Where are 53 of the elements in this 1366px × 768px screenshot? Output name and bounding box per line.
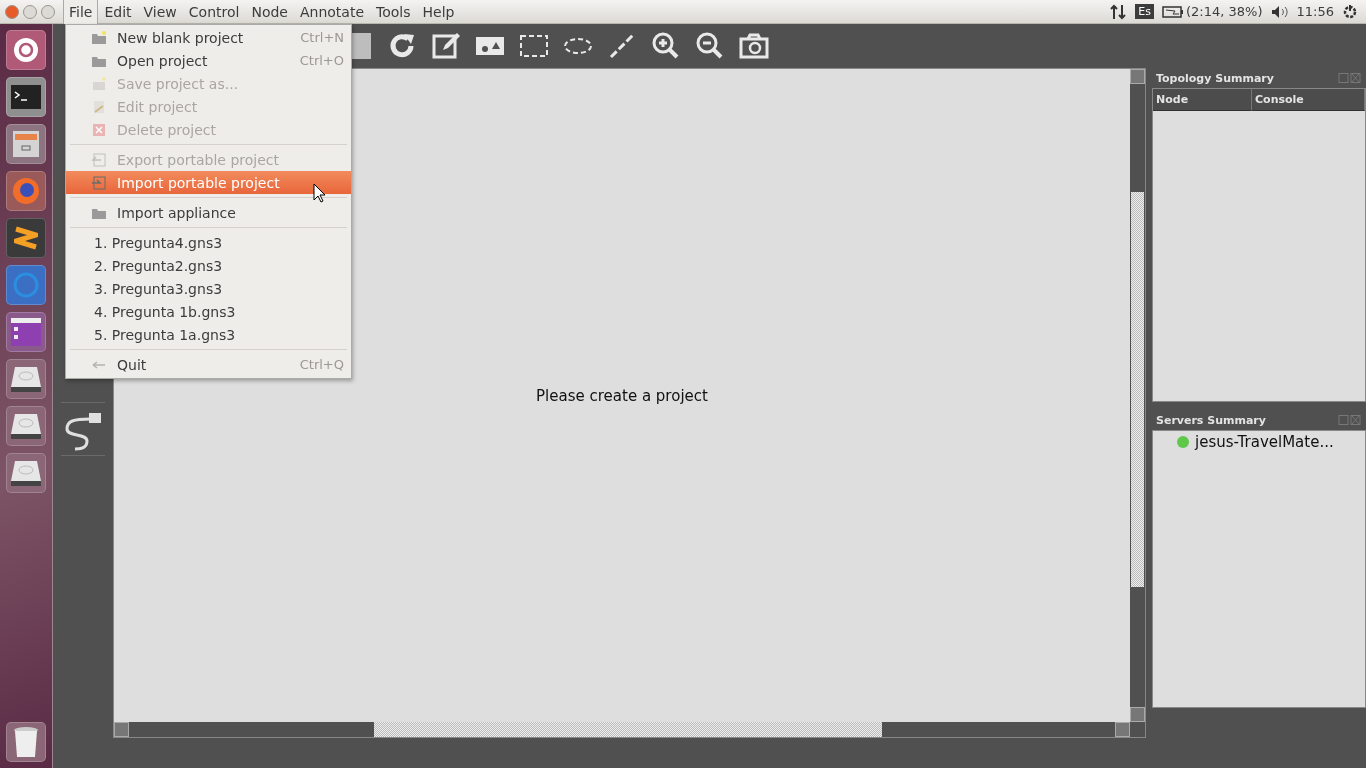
clock[interactable]: 11:56 [1296,4,1334,19]
zoom-out-icon[interactable] [695,31,725,61]
canvas-message: Please create a project [536,386,708,405]
menu-item[interactable]: File [63,0,99,24]
network-arrows-icon[interactable] [1109,3,1128,20]
menu-entry[interactable]: Quit Ctrl+Q [66,353,351,376]
note-edit-icon[interactable] [431,31,461,61]
drive-icon[interactable] [6,359,46,399]
close-button[interactable] [5,4,19,19]
menu-item[interactable]: Tools [370,0,417,25]
mouse-cursor-icon [313,183,327,203]
menu-item[interactable]: Node [245,0,294,25]
menu-item[interactable]: Annotate [293,0,370,25]
menu-item[interactable]: Edit [98,0,138,25]
menu-entry[interactable]: Open project Ctrl+O [66,49,351,72]
menu-item[interactable]: View [137,0,183,25]
column-header[interactable]: Node [1153,89,1252,111]
recent-project-entry[interactable]: 2. Pregunta2.gns3 [66,254,351,277]
export-icon [91,151,107,168]
menu-item[interactable]: Control [182,0,246,25]
terminal-icon[interactable] [6,77,46,117]
save-icon [91,75,107,92]
drive-icon[interactable] [6,406,46,446]
recent-project-entry[interactable]: 1. Pregunta4.gns3 [66,231,351,254]
column-header[interactable]: Console [1252,89,1365,111]
pencil-page-icon [91,98,107,115]
folder-icon [91,29,107,46]
panel-title: Topology Summary [1156,71,1274,85]
battery-icon[interactable] [1162,5,1185,18]
recent-project-entry[interactable]: 4. Pregunta 1b.gns3 [66,300,351,323]
window-app-icon[interactable] [6,312,46,352]
import-icon [91,174,107,191]
keyboard-layout-indicator[interactable]: Es [1135,4,1155,19]
volume-icon[interactable] [1270,4,1289,19]
recent-project-entry[interactable]: 5. Pregunta 1a.gns3 [66,323,351,346]
menu-entry[interactable]: Import appliance [66,201,351,224]
vertical-scrollbar[interactable] [1130,69,1145,722]
file-cabinet-icon[interactable] [6,124,46,164]
settings-icon[interactable] [1342,3,1358,20]
battery-status[interactable]: (2:14, 38%) [1186,4,1263,19]
panel-title: Servers Summary [1156,413,1266,427]
ubuntu-logo-icon[interactable] [6,30,46,70]
horizontal-scrollbar[interactable] [114,722,1130,737]
server-name[interactable]: jesus-TravelMate... [1195,433,1334,451]
recent-project-entry[interactable]: 3. Pregunta3.gns3 [66,277,351,300]
drive-icon[interactable] [6,453,46,493]
zoom-in-icon[interactable] [651,31,681,61]
menu-entry[interactable]: New blank project Ctrl+N [66,26,351,49]
editor-s-icon[interactable] [6,218,46,258]
camera-icon[interactable] [739,31,769,61]
trash-icon[interactable] [6,722,46,762]
delete-icon [91,121,107,138]
menu-item[interactable]: Help [416,0,461,25]
